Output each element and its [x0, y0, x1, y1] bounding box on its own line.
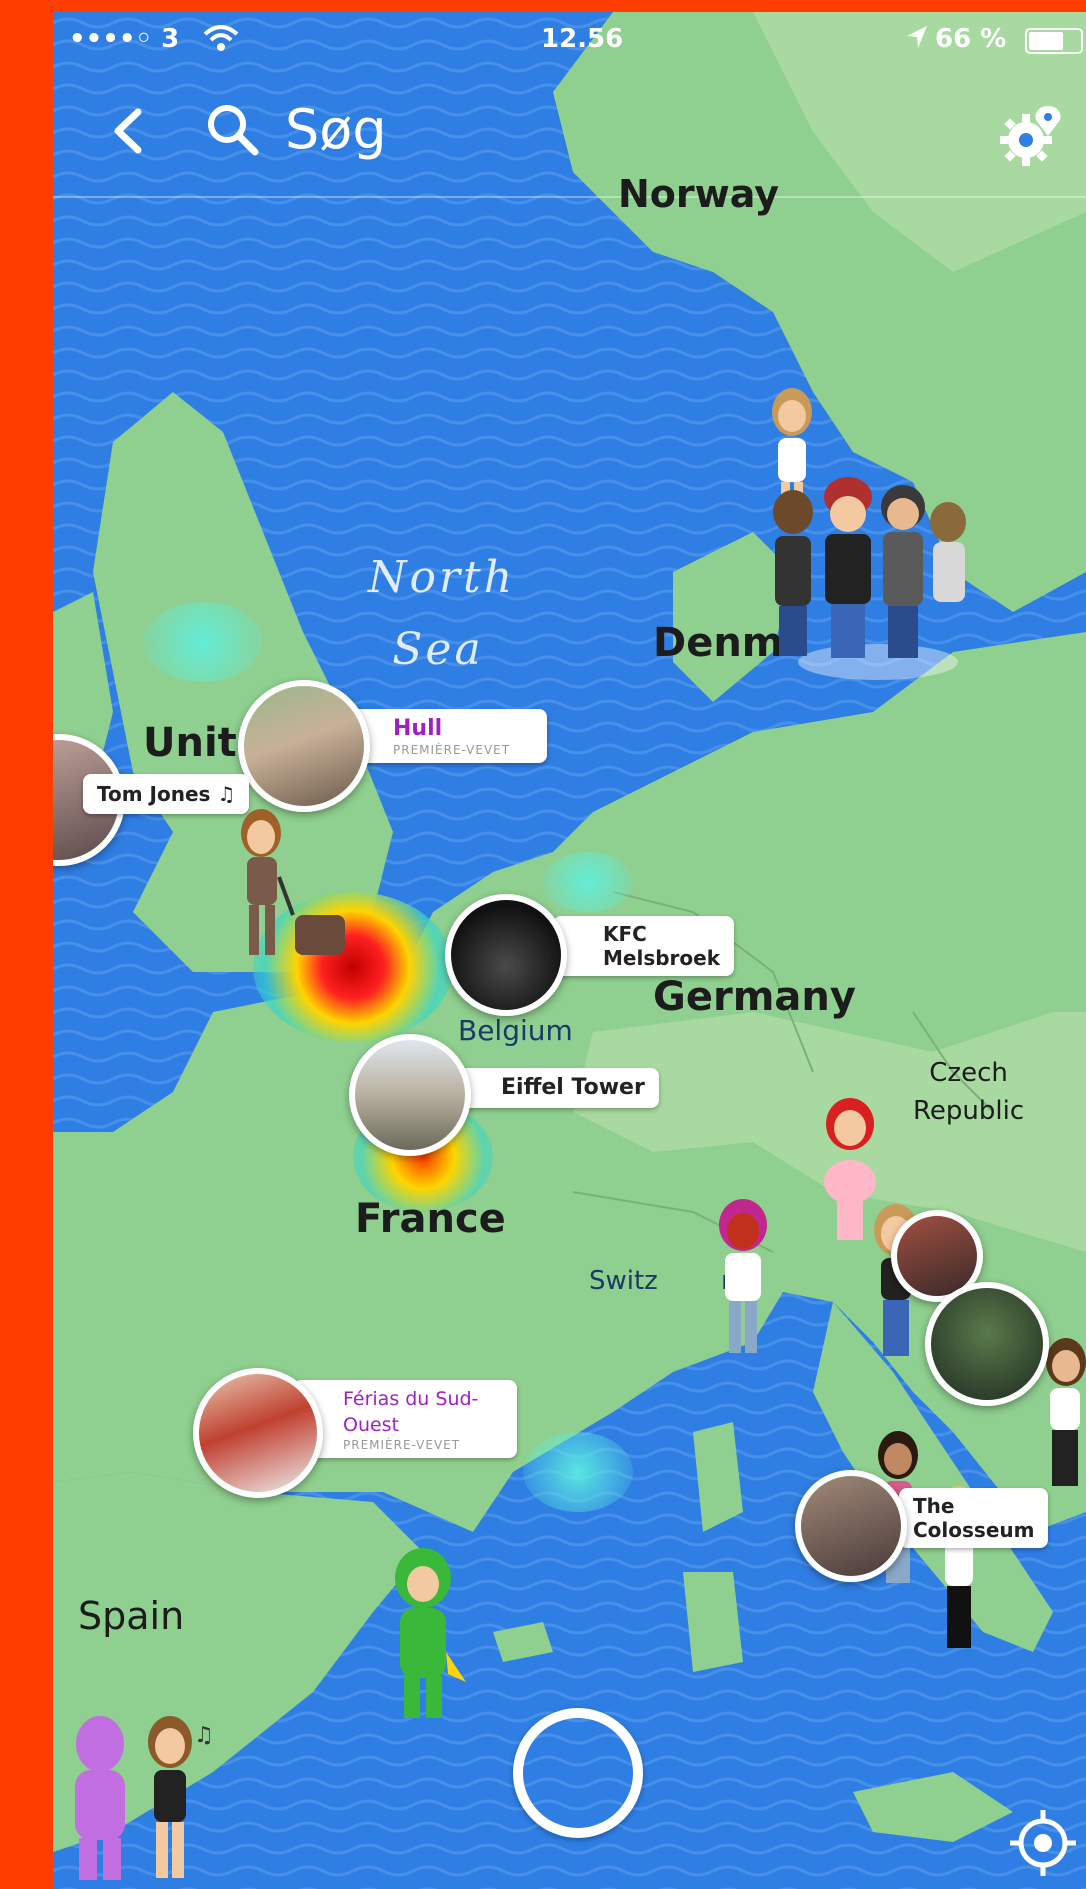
heat-spot [543, 852, 633, 912]
heat-spot [523, 1432, 633, 1512]
battery-icon [1025, 28, 1085, 61]
bitmoji-avatar[interactable]: ♫ [128, 1712, 218, 1882]
place-tag-colosseum[interactable]: The Colosseum [899, 1488, 1049, 1548]
search-label: Søg [285, 97, 387, 161]
place-title: Hull [393, 716, 443, 741]
orange-frame: ••••◦ 3 12.56 66 % Søg Norway North Sea … [0, 0, 1086, 1889]
place-tag-hull[interactable]: Hull PREMIÈRE-VEVET [343, 709, 547, 763]
place-title-line1: The [913, 1494, 955, 1518]
place-tag-tom-jones[interactable]: Tom Jones ♫ [83, 774, 250, 814]
place-title: Tom Jones ♫ [97, 782, 236, 806]
locate-me-button[interactable] [1008, 1808, 1078, 1878]
story-bubble-ferias[interactable] [193, 1368, 323, 1498]
place-title-line2: Melsbroek [603, 946, 721, 970]
map-header: Søg [53, 66, 1086, 198]
status-time: 12.56 [541, 24, 624, 54]
place-title-line1: KFC [603, 922, 647, 946]
search-button[interactable]: Søg [203, 94, 387, 164]
snap-map-screen: ••••◦ 3 12.56 66 % Søg Norway North Sea … [53, 12, 1086, 1889]
label-spain: Spain [78, 1594, 185, 1638]
capture-button[interactable] [513, 1708, 643, 1838]
place-title-line2: Colosseum [913, 1518, 1035, 1542]
svg-text:♫: ♫ [194, 1723, 214, 1748]
gear-location-icon [1000, 106, 1061, 166]
story-bubble-hull[interactable] [238, 680, 370, 812]
place-tag-ferias[interactable]: Férias du Sud- Ouest PREMIÈRE-VEVET [293, 1380, 517, 1458]
friend-group-cluster[interactable] [753, 452, 973, 682]
story-bubble-eiffel-tower[interactable] [349, 1034, 471, 1156]
label-france: France [355, 1196, 506, 1242]
heat-spot [143, 602, 263, 682]
crosshair-icon [1010, 1810, 1076, 1876]
bitmoji-avatar[interactable] [703, 1197, 783, 1357]
place-subtitle: PREMIÈRE-VEVET [343, 1438, 461, 1452]
story-bubble-kfc[interactable] [445, 894, 567, 1016]
label-switzerland-a: Switz [589, 1266, 658, 1296]
label-norway: Norway [618, 172, 779, 216]
sea-line2: Sea [392, 624, 484, 675]
czech-line2: Republic [913, 1096, 1025, 1126]
place-subtitle: PREMIÈRE-VEVET [393, 743, 511, 757]
label-united-kingdom: Unit [143, 720, 237, 766]
back-button[interactable] [108, 106, 148, 169]
label-belgium: Belgium [458, 1014, 573, 1047]
ghost-bitmoji-avatar[interactable] [65, 1712, 135, 1882]
label-north-sea: North Sea [368, 542, 512, 686]
search-icon [208, 105, 259, 156]
place-tag-eiffel-tower[interactable]: Eiffel Tower [453, 1068, 659, 1108]
chevron-left-icon [114, 108, 142, 154]
place-tag-kfc[interactable]: KFC Melsbroek [553, 916, 735, 976]
czech-line1: Czech [929, 1058, 1008, 1088]
settings-button[interactable] [996, 102, 1066, 172]
location-arrow-icon [905, 24, 929, 57]
dragon-bitmoji-avatar[interactable] [378, 1542, 468, 1722]
bitmoji-avatar[interactable] [223, 807, 353, 967]
carrier-signal: ••••◦ 3 [69, 24, 180, 54]
label-czech-republic: Czech Republic [913, 1054, 1024, 1130]
place-title-line2: Ouest [343, 1414, 400, 1436]
place-title-line1: Férias du Sud- [343, 1388, 479, 1410]
story-bubble-colosseum[interactable] [795, 1470, 907, 1582]
place-title: Eiffel Tower [501, 1075, 645, 1100]
story-bubble-italy-b[interactable] [925, 1282, 1049, 1406]
sea-line1: North [368, 552, 516, 603]
battery-percent: 66 % [935, 24, 1007, 54]
wifi-icon [203, 24, 239, 59]
label-germany: Germany [653, 974, 856, 1020]
status-bar: ••••◦ 3 12.56 66 % [53, 12, 1086, 66]
